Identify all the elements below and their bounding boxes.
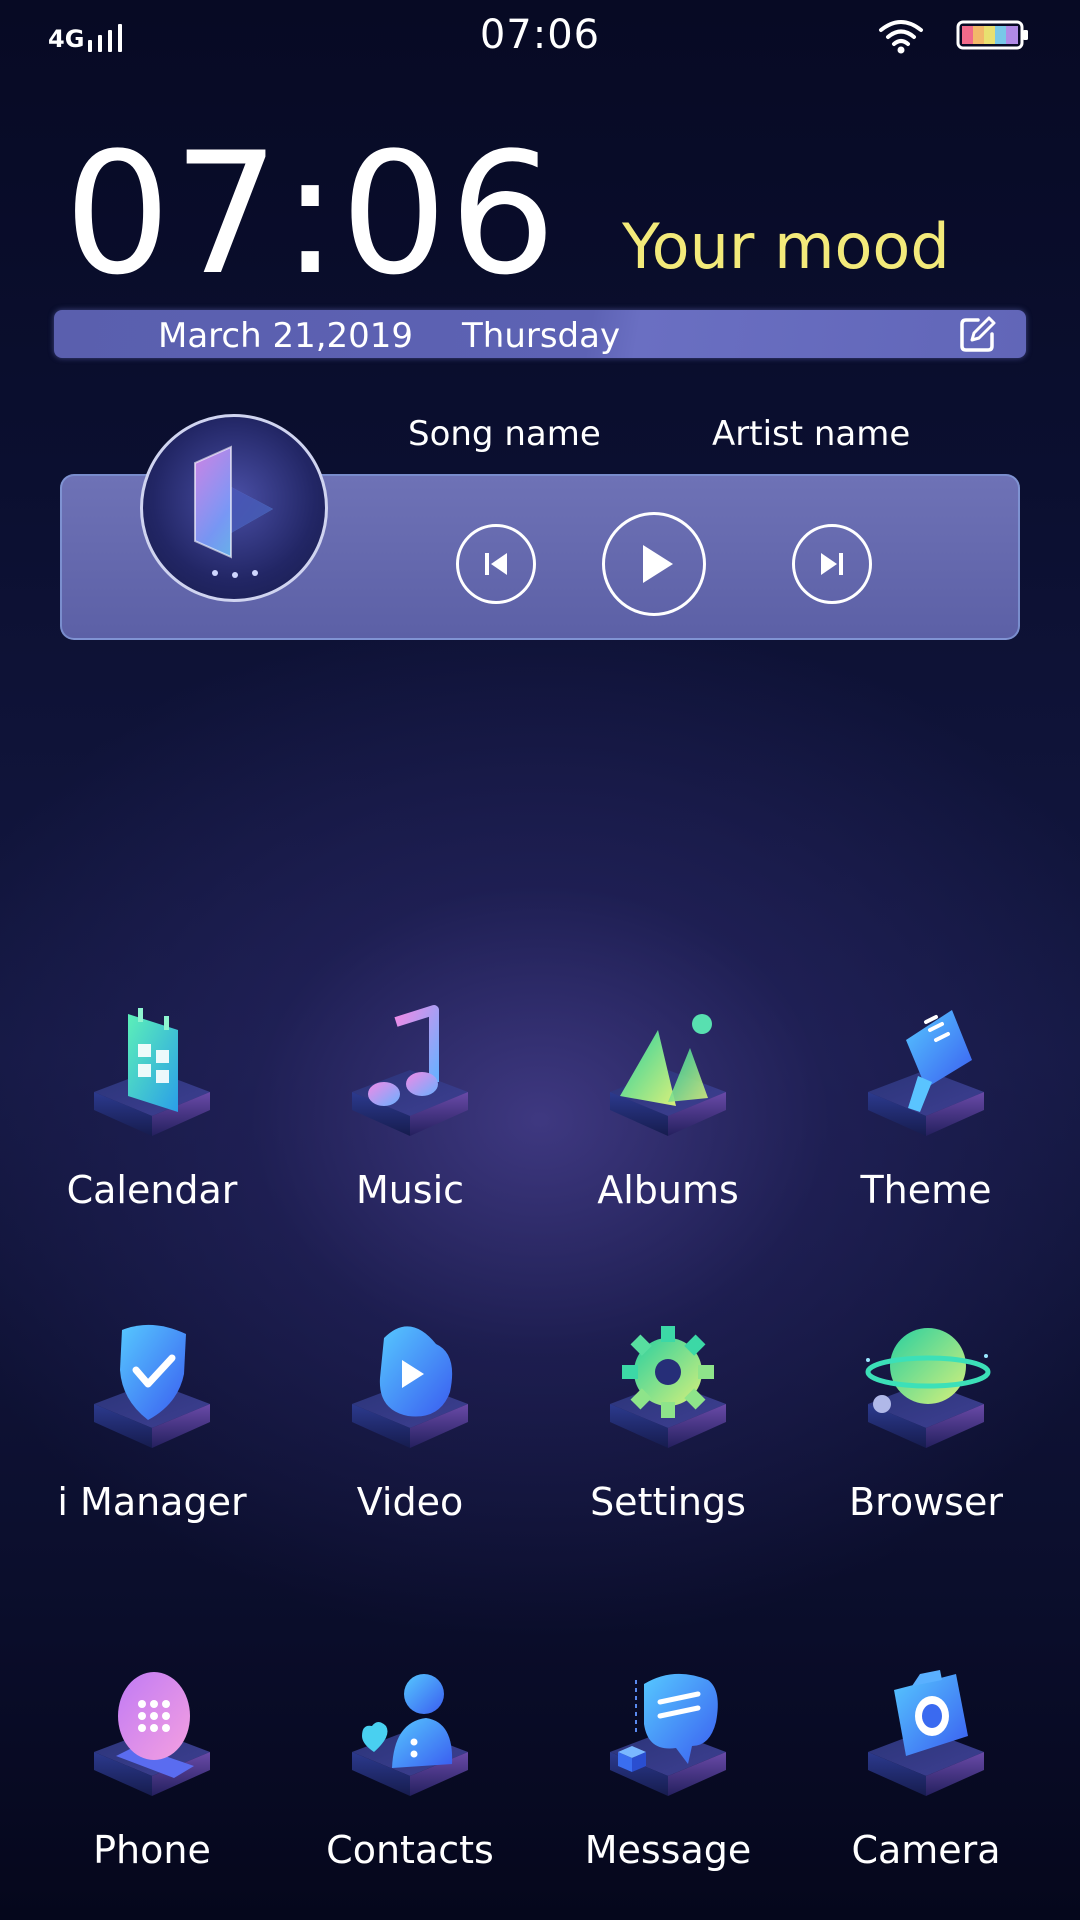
app-label: i Manager xyxy=(57,1480,247,1524)
artist-name: Artist name xyxy=(712,414,911,454)
wifi-icon xyxy=(879,20,923,54)
app-albums[interactable]: Albums xyxy=(558,1000,778,1240)
app-browser[interactable]: Browser xyxy=(816,1312,1036,1552)
app-imanager[interactable]: i Manager xyxy=(42,1312,262,1552)
app-video[interactable]: Video xyxy=(300,1312,520,1552)
play-button[interactable] xyxy=(602,512,706,616)
app-label: Music xyxy=(355,1168,465,1212)
next-icon xyxy=(821,553,843,575)
app-label: Calendar xyxy=(66,1168,238,1212)
app-label: Theme xyxy=(860,1168,992,1212)
clock-widget-time[interactable]: 07:06 xyxy=(64,130,558,298)
shield-check-icon xyxy=(94,1324,210,1448)
app-music[interactable]: Music xyxy=(300,1000,520,1240)
app-contacts[interactable]: Contacts xyxy=(300,1660,520,1900)
planet-icon xyxy=(865,1328,991,1448)
status-bar: 4G 07:06 xyxy=(0,0,1080,70)
app-label: Video xyxy=(356,1480,464,1524)
albums-icon xyxy=(610,1014,726,1136)
app-label: Camera xyxy=(851,1828,1001,1872)
app-label: Albums xyxy=(597,1168,739,1212)
app-label: Phone xyxy=(93,1828,211,1872)
chat-bubble-icon xyxy=(610,1673,726,1796)
theme-brush-icon xyxy=(868,1010,984,1136)
album-art[interactable] xyxy=(140,414,328,602)
app-label: Browser xyxy=(849,1480,1003,1524)
app-camera[interactable]: Camera xyxy=(816,1660,1036,1900)
gear-icon xyxy=(610,1326,726,1448)
mood-text[interactable]: Your mood xyxy=(622,210,950,283)
app-label: Contacts xyxy=(326,1828,494,1872)
app-theme[interactable]: Theme xyxy=(816,1000,1036,1240)
battery-icon xyxy=(956,20,1028,50)
day-text: Thursday xyxy=(462,316,621,356)
date-text: March 21,2019 xyxy=(158,316,414,356)
next-button[interactable] xyxy=(792,524,872,604)
app-label: Settings xyxy=(590,1480,746,1524)
app-calendar[interactable]: Calendar xyxy=(42,1000,262,1240)
previous-icon xyxy=(485,553,507,575)
edit-icon[interactable] xyxy=(958,314,998,354)
app-phone[interactable]: Phone xyxy=(42,1660,262,1900)
contacts-icon xyxy=(352,1674,468,1796)
previous-button[interactable] xyxy=(456,524,536,604)
app-label: Message xyxy=(584,1828,752,1872)
camera-icon xyxy=(868,1670,984,1796)
app-settings[interactable]: Settings xyxy=(558,1312,778,1552)
video-play-icon xyxy=(352,1326,468,1448)
app-message[interactable]: Message xyxy=(558,1660,778,1900)
calendar-icon xyxy=(94,1008,210,1136)
dialpad-icon xyxy=(94,1672,210,1796)
music-note-icon xyxy=(352,1005,468,1136)
play-icon xyxy=(643,545,673,583)
album-art-icon xyxy=(194,445,273,578)
date-bar: March 21,2019 Thursday xyxy=(54,310,1026,358)
song-name: Song name xyxy=(408,414,601,454)
